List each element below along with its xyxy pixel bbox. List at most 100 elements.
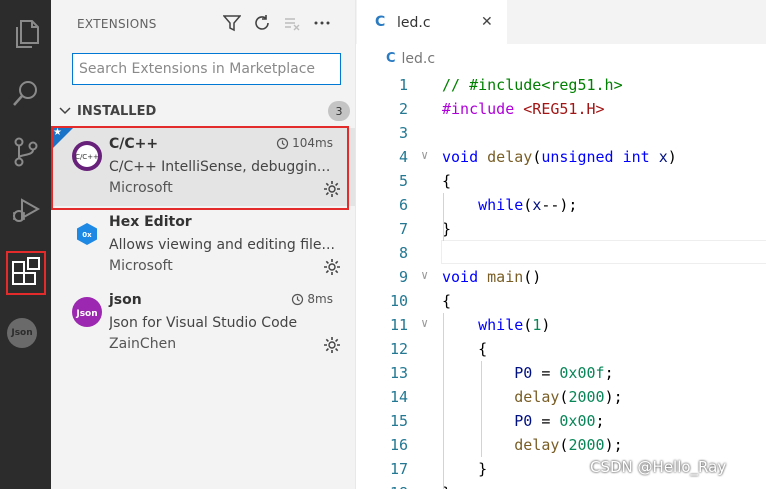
line-number: 4 <box>398 148 408 166</box>
code-text: while(1) <box>478 316 551 334</box>
installed-count-badge: 3 <box>328 101 350 121</box>
history-icon <box>292 293 304 305</box>
run-debug-icon[interactable] <box>0 186 51 234</box>
svg-text:0x: 0x <box>82 231 92 239</box>
code-line[interactable]: 16 delay(2000); <box>356 433 766 457</box>
extension-item-hex-editor[interactable]: 0x Hex Editor Allows viewing and editing… <box>51 206 355 284</box>
extension-name: Hex Editor <box>109 214 192 230</box>
code-line[interactable]: 6 while(x--); <box>356 193 766 217</box>
c-file-icon: C <box>386 51 396 66</box>
editor-area: C led.c ✕ C led.c 1 // #include<reg51.h> 2… <box>355 0 766 489</box>
close-icon[interactable]: ✕ <box>481 14 493 30</box>
c-file-icon: C <box>375 14 386 30</box>
code-line[interactable]: 4 ∨ void delay(unsigned int x) <box>356 145 766 169</box>
fold-chevron-icon[interactable]: ∨ <box>421 268 428 282</box>
code-text: // #include<reg51.h> <box>442 76 623 94</box>
code-line[interactable]: 13 P0 = 0x00f; <box>356 361 766 385</box>
tab-led-c[interactable]: C led.c ✕ <box>357 0 507 44</box>
source-control-icon[interactable] <box>0 128 51 176</box>
extension-publisher: Microsoft <box>109 258 173 274</box>
code-line[interactable]: 14 delay(2000); <box>356 385 766 409</box>
line-number: 16 <box>389 436 408 454</box>
sidebar-title: EXTENSIONS <box>77 17 157 31</box>
more-actions-icon[interactable] <box>311 12 333 34</box>
explorer-icon[interactable] <box>0 10 51 58</box>
code-line[interactable]: 2 #include <REG51.H> <box>356 97 766 121</box>
line-number: 12 <box>389 340 408 358</box>
code-line[interactable]: 10 { <box>356 289 766 313</box>
search-icon[interactable] <box>0 69 51 117</box>
watermark: CSDN @Hello_Ray <box>590 458 727 476</box>
breadcrumb[interactable]: C led.c <box>386 51 435 67</box>
line-number: 17 <box>389 460 408 478</box>
installed-section-header[interactable]: INSTALLED 3 <box>51 101 355 123</box>
code-text: { <box>442 340 488 358</box>
line-number: 11 <box>389 316 408 334</box>
extension-item-json[interactable]: Json json 8ms Json for Visual Studio Cod… <box>51 284 355 362</box>
code-text: { <box>442 292 452 310</box>
line-number: 10 <box>389 292 408 310</box>
line-number: 8 <box>398 244 408 262</box>
refresh-icon[interactable] <box>251 12 273 34</box>
line-number: 5 <box>398 172 408 190</box>
code-line[interactable]: 12 { <box>356 337 766 361</box>
line-number: 7 <box>398 220 408 238</box>
extension-publisher: ZainChen <box>109 336 177 352</box>
json-extension-icon[interactable]: Json <box>7 318 37 348</box>
hex-editor-icon: 0x <box>77 223 97 245</box>
extensions-highlight-box <box>6 251 46 295</box>
code-text: { <box>442 172 452 190</box>
code-text: P0 = 0x00f; <box>514 364 614 382</box>
indent-guide <box>443 313 444 489</box>
line-number: 3 <box>398 124 408 142</box>
extensions-sidebar: EXTENSIONS INSTALLED 3 ★ C/C++ C/C++ 104… <box>51 0 355 489</box>
indent-guide <box>481 361 482 457</box>
tab-bar: C led.c ✕ <box>356 0 766 44</box>
code-line[interactable]: 15 P0 = 0x00; <box>356 409 766 433</box>
extension-name: json <box>109 292 142 308</box>
activity-bar: Json <box>0 0 51 489</box>
line-number: 14 <box>389 388 408 406</box>
code-line[interactable]: 18} <box>356 481 766 489</box>
line-number: 6 <box>398 196 408 214</box>
line-number: 9 <box>398 268 408 286</box>
indent-guide <box>443 193 444 241</box>
code-text: #include <REG51.H> <box>442 100 605 118</box>
tab-label: led.c <box>397 15 431 31</box>
gear-icon[interactable] <box>323 258 341 276</box>
code-text: delay(2000); <box>514 388 623 406</box>
json-icon: Json <box>72 297 102 327</box>
svg-text:Json: Json <box>75 309 97 319</box>
line-number: 15 <box>389 412 408 430</box>
sidebar-actions <box>221 12 333 34</box>
code-text: void main() <box>442 268 542 286</box>
line-number: 18 <box>368 484 408 489</box>
line-number: 13 <box>389 364 408 382</box>
activation-time-value: 8ms <box>307 292 333 306</box>
code-line[interactable]: 5{ <box>356 169 766 193</box>
code-line[interactable]: 11 ∨ while(1) <box>356 313 766 337</box>
line-number: 1 <box>398 76 408 94</box>
clear-icon[interactable] <box>281 12 303 34</box>
current-line-highlight <box>441 240 766 264</box>
code-line[interactable]: 9 ∨ void main() <box>356 265 766 289</box>
filter-icon[interactable] <box>221 12 243 34</box>
code-line[interactable]: 3 <box>356 121 766 145</box>
gear-icon[interactable] <box>323 336 341 354</box>
code-text: delay(2000); <box>514 436 623 454</box>
activation-time: 8ms <box>291 292 333 306</box>
extension-search-input[interactable] <box>72 53 341 85</box>
code-text: void delay(unsigned int x) <box>442 148 677 166</box>
code-text: P0 = 0x00; <box>514 412 605 430</box>
code-text: } <box>442 460 488 478</box>
selected-extension-highlight-box <box>51 126 349 210</box>
section-title: INSTALLED <box>77 104 157 119</box>
code-line[interactable]: 1 // #include<reg51.h> <box>356 73 766 97</box>
fold-chevron-icon[interactable]: ∨ <box>421 148 428 162</box>
line-number: 2 <box>398 100 408 118</box>
code-line[interactable]: 7} <box>356 217 766 241</box>
breadcrumb-file[interactable]: led.c <box>402 51 436 67</box>
fold-chevron-icon[interactable]: ∨ <box>421 316 428 330</box>
extension-description: Json for Visual Studio Code <box>109 315 298 331</box>
chevron-down-icon <box>59 107 71 115</box>
